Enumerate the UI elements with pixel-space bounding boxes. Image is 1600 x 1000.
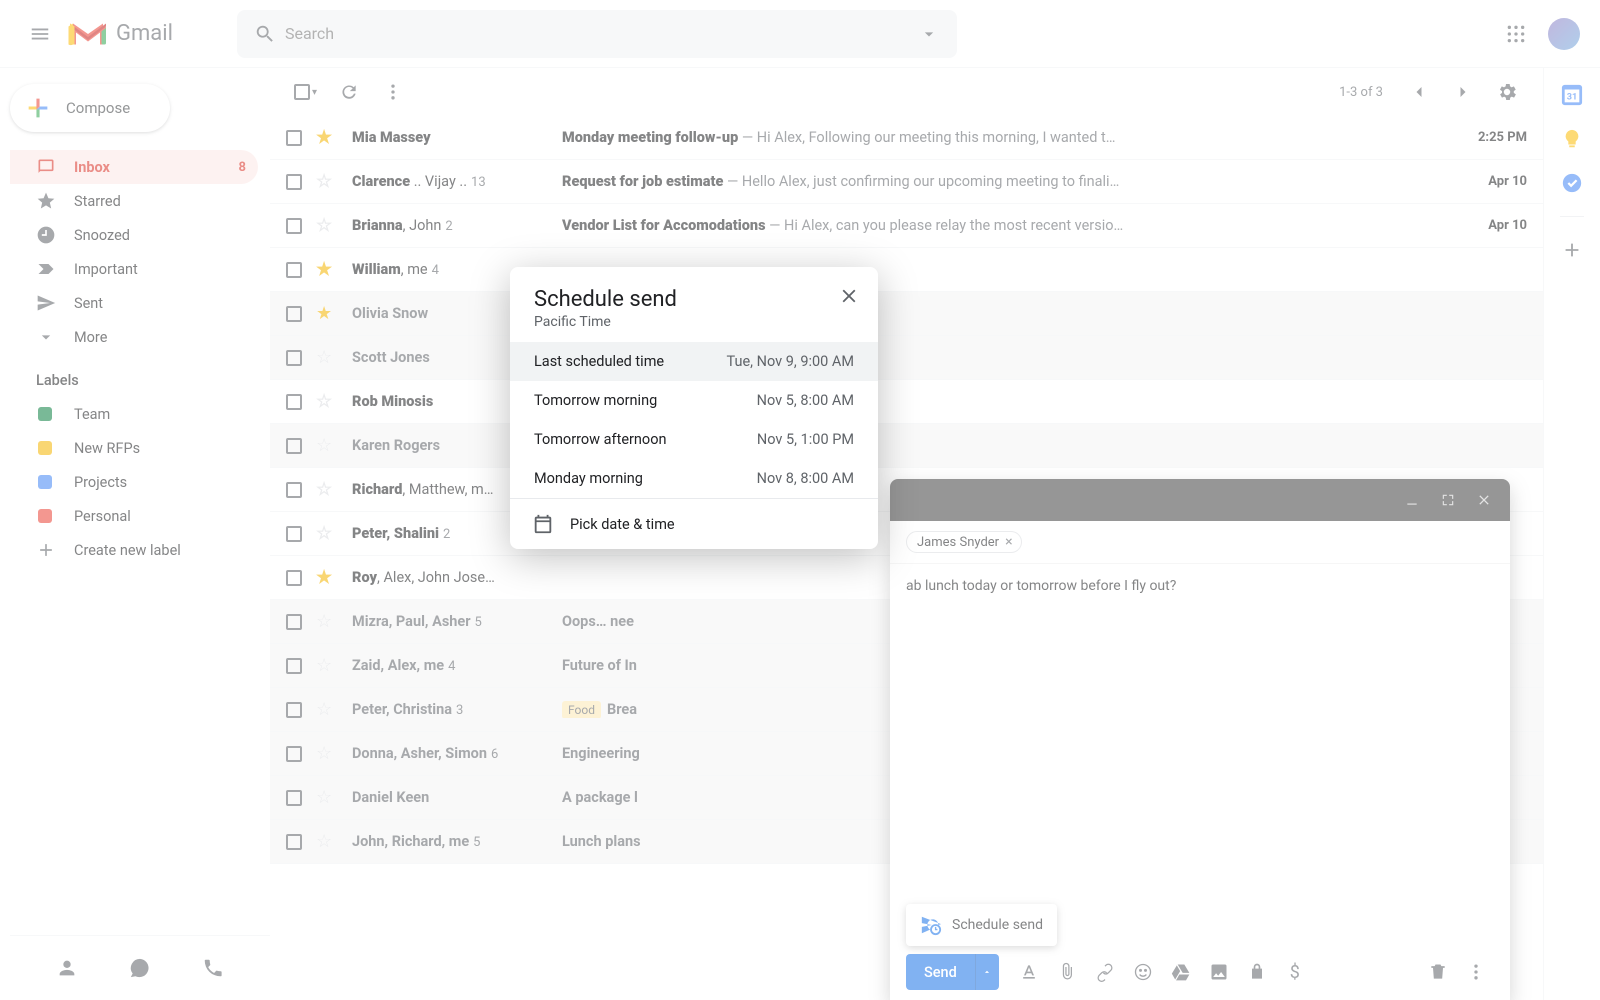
option-time: Nov 5, 1:00 PM bbox=[757, 431, 854, 448]
schedule-send-modal: Schedule send Pacific Time Last schedule… bbox=[510, 267, 878, 549]
option-label: Tomorrow afternoon bbox=[534, 431, 666, 448]
schedule-option[interactable]: Tomorrow afternoon Nov 5, 1:00 PM bbox=[510, 420, 878, 459]
option-time: Tue, Nov 9, 9:00 AM bbox=[726, 353, 854, 370]
calendar-icon bbox=[532, 513, 554, 535]
modal-title: Schedule send bbox=[534, 287, 854, 312]
schedule-option[interactable]: Monday morning Nov 8, 8:00 AM bbox=[510, 459, 878, 498]
option-label: Last scheduled time bbox=[534, 353, 664, 370]
modal-close-button[interactable] bbox=[838, 285, 860, 307]
option-label: Monday morning bbox=[534, 470, 643, 487]
pick-date-time-button[interactable]: Pick date & time bbox=[510, 499, 878, 549]
schedule-option[interactable]: Tomorrow morning Nov 5, 8:00 AM bbox=[510, 381, 878, 420]
schedule-option[interactable]: Last scheduled time Tue, Nov 9, 9:00 AM bbox=[510, 342, 878, 381]
close-icon bbox=[838, 285, 860, 307]
option-time: Nov 5, 8:00 AM bbox=[757, 392, 854, 409]
option-label: Tomorrow morning bbox=[534, 392, 657, 409]
option-time: Nov 8, 8:00 AM bbox=[757, 470, 854, 487]
modal-subtitle: Pacific Time bbox=[534, 314, 854, 330]
